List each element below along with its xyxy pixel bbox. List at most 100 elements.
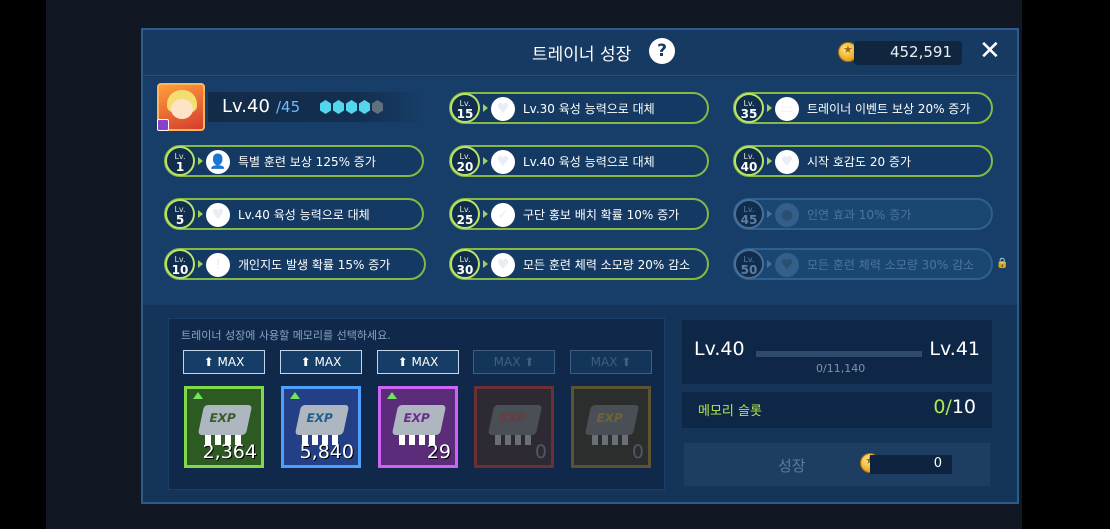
- memory-slot-panel: 메모리 슬롯 0/10: [682, 392, 992, 428]
- trainer-plus-icon: 👤: [206, 150, 230, 174]
- perk-level-badge: Lv. 25: [450, 199, 480, 229]
- perk-level-badge: Lv. 40: [734, 146, 764, 176]
- trainer-max-level: /45: [276, 98, 301, 116]
- memory-chip-purple[interactable]: EXP 29: [378, 386, 458, 468]
- perk-level-badge: Lv. 35: [734, 93, 764, 123]
- arrow-right-icon: [483, 210, 488, 218]
- perk-level-badge: Lv. 50: [734, 249, 764, 279]
- chip-count: 0: [631, 441, 644, 463]
- gold-display: 452,591: [854, 41, 962, 65]
- arrow-right-icon: [767, 157, 772, 165]
- help-icon[interactable]: ?: [649, 38, 675, 64]
- max-button-red[interactable]: MAX ⬆: [473, 350, 555, 374]
- panel-title: 트레이너 성장: [532, 45, 632, 65]
- perk-text: 모든 훈련 체력 소모량 30% 감소: [807, 258, 975, 272]
- perk-level-badge: Lv. 45: [734, 199, 764, 229]
- perk-row-lv35[interactable]: Lv. 35 ▭ 트레이너 이벤트 보상 20% 증가: [733, 92, 993, 124]
- gem-icon: [346, 100, 357, 114]
- xp-text: 0/11,140: [816, 362, 866, 375]
- arrow-right-icon: [767, 260, 772, 268]
- heart-icon: ♥: [775, 150, 799, 174]
- perk-row-lv5[interactable]: Lv. 5 ♥ Lv.40 육성 능력으로 대체: [164, 198, 424, 230]
- memory-slot-label: 메모리 슬롯: [698, 404, 762, 419]
- broken-heart-icon: ♥: [491, 253, 515, 277]
- trainer-avatar[interactable]: [157, 83, 205, 131]
- perk-level-badge: Lv. 30: [450, 249, 480, 279]
- memory-slot-value: 0/10: [933, 396, 976, 418]
- perk-text: 시작 호감도 20 증가: [807, 155, 911, 169]
- panel-header: 트레이너 성장 ? 452,591 ✕: [143, 30, 1017, 76]
- gem-icon: [320, 100, 331, 114]
- perk-row-lv20[interactable]: Lv. 20 ♥ Lv.40 육성 능력으로 대체: [449, 145, 709, 177]
- perk-text: 트레이너 이벤트 보상 20% 증가: [807, 102, 971, 116]
- xp-progress-bar: [756, 351, 922, 357]
- arrow-right-icon: [767, 210, 772, 218]
- grade-gems: [320, 100, 383, 114]
- perk-text: Lv.40 육성 능력으로 대체: [238, 208, 370, 222]
- perk-row-lv50[interactable]: Lv. 50 ♥ 모든 훈련 체력 소모량 30% 감소: [733, 248, 993, 280]
- arrow-right-icon: [198, 260, 203, 268]
- perk-text: 특별 훈련 보상 125% 증가: [238, 155, 376, 169]
- perk-level-badge: Lv. 15: [450, 93, 480, 123]
- grow-button[interactable]: 성장 0: [684, 443, 990, 486]
- perk-row-lv45[interactable]: Lv. 45 ● 인연 효과 10% 증가: [733, 198, 993, 230]
- gem-icon: [333, 100, 344, 114]
- chip-icon: EXP: [197, 405, 253, 435]
- trainer-level: Lv.40: [222, 96, 270, 117]
- perk-row-lv40[interactable]: Lv. 40 ♥ 시작 호감도 20 증가: [733, 145, 993, 177]
- perk-row-lv25[interactable]: Lv. 25 ✓ 구단 홍보 배치 확률 10% 증가: [449, 198, 709, 230]
- memory-chip-green[interactable]: EXP 2,364: [184, 386, 264, 468]
- gem-icon: [359, 100, 370, 114]
- memory-chip-red[interactable]: EXP 0: [474, 386, 554, 468]
- max-button-gold[interactable]: MAX ⬆: [570, 350, 652, 374]
- chip-count: 29: [426, 441, 451, 463]
- broken-heart-icon: ♥: [775, 253, 799, 277]
- arrow-right-icon: [483, 260, 488, 268]
- chip-count: 5,840: [299, 441, 354, 463]
- memory-area: 트레이너 성장에 사용할 메모리를 선택하세요. ⬆ MAX ⬆ MAX ⬆ M…: [168, 318, 665, 490]
- lock-icon: 🔒: [996, 258, 1009, 269]
- chip-icon: EXP: [487, 405, 543, 435]
- max-button-green[interactable]: ⬆ MAX: [183, 350, 265, 374]
- avatar-face: [171, 99, 193, 119]
- heart-icon: ♥: [206, 203, 230, 227]
- arrow-right-icon: [483, 104, 488, 112]
- perk-text: Lv.30 육성 능력으로 대체: [523, 102, 655, 116]
- perk-level-badge: Lv. 1: [165, 146, 195, 176]
- max-button-blue[interactable]: ⬆ MAX: [280, 350, 362, 374]
- perk-row-lv10[interactable]: Lv. 10! 개인지도 발생 확률 15% 증가: [164, 248, 426, 280]
- perk-level-badge: Lv. 20: [450, 146, 480, 176]
- perk-row-lv1[interactable]: Lv. 1 👤 특별 훈련 보상 125% 증가: [164, 145, 424, 177]
- broken-heart-icon: ♥: [491, 97, 515, 121]
- arrow-right-icon: [198, 210, 203, 218]
- arrow-up-icon: [193, 392, 203, 399]
- alert-icon: !: [206, 253, 230, 277]
- perk-row-lv30[interactable]: Lv. 30 ♥ 모든 훈련 체력 소모량 20% 감소: [449, 248, 709, 280]
- letterbox-left: [0, 0, 46, 529]
- arrow-right-icon: [767, 104, 772, 112]
- memory-chip-blue[interactable]: EXP 5,840: [281, 386, 361, 468]
- perk-level-badge: Lv. 10: [165, 249, 195, 279]
- level-progress-panel: Lv.40 0/11,140 Lv.41: [682, 320, 992, 384]
- arrow-right-icon: [483, 157, 488, 165]
- chip-icon: EXP: [584, 405, 640, 435]
- memory-chip-gold[interactable]: EXP 0: [571, 386, 651, 468]
- perk-text: 개인지도 발생 확률 15% 증가: [238, 258, 391, 272]
- chip-count: 0: [534, 441, 547, 463]
- letterbox-right: [1022, 0, 1110, 529]
- arrow-up-icon: [290, 392, 300, 399]
- grow-label: 성장: [778, 457, 806, 475]
- perk-text: 모든 훈련 체력 소모량 20% 감소: [523, 258, 691, 272]
- heart-icon: ♥: [491, 150, 515, 174]
- gold-amount: 452,591: [889, 43, 952, 61]
- memory-hint: 트레이너 성장에 사용할 메모리를 선택하세요.: [181, 329, 391, 342]
- chip-count: 2,364: [202, 441, 257, 463]
- max-button-purple[interactable]: ⬆ MAX: [377, 350, 459, 374]
- arrow-right-icon: [198, 157, 203, 165]
- close-button[interactable]: ✕: [979, 36, 1001, 66]
- perk-row-lv15[interactable]: Lv. 15 ♥ Lv.30 육성 능력으로 대체: [449, 92, 709, 124]
- people-icon: ●: [775, 203, 799, 227]
- person-check-icon: ✓: [491, 203, 515, 227]
- trainer-level-bar: Lv.40 /45: [208, 92, 424, 122]
- perk-text: Lv.40 육성 능력으로 대체: [523, 155, 655, 169]
